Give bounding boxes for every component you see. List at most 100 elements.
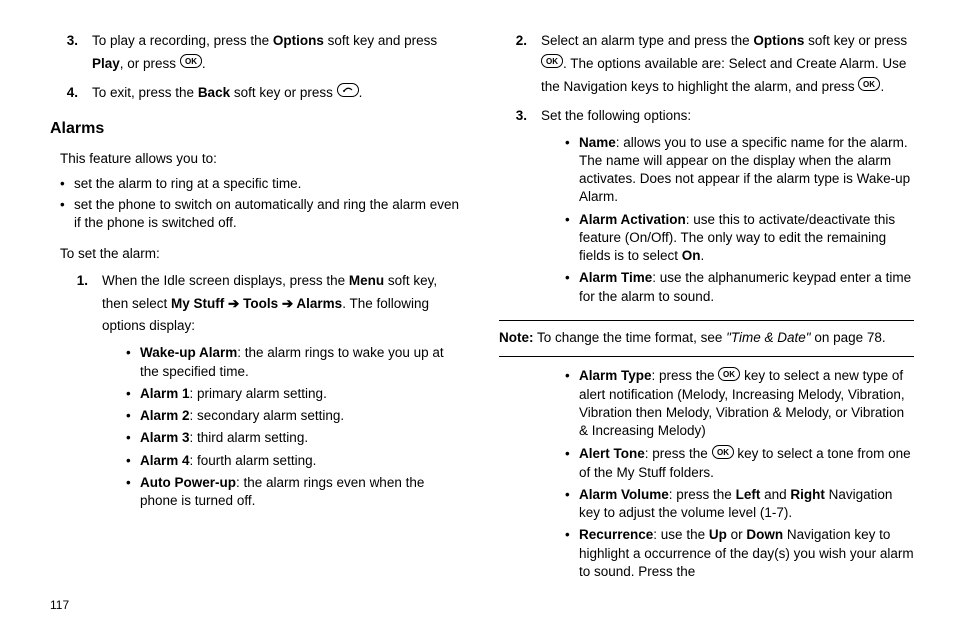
text: Set the following options: [541, 108, 691, 123]
ordinal: 3. [499, 105, 527, 310]
bold-options: Options [273, 33, 324, 48]
option-bullet: •Wake-up Alarm: the alarm rings to wake … [126, 344, 465, 380]
bold-play: Play [92, 56, 120, 71]
option-bullet: •Alert Tone: press the OK key to select … [565, 445, 914, 482]
opt-text: : use the [653, 527, 709, 542]
option-bullet: •Alarm 3: third alarm setting. [126, 429, 465, 447]
opt-label: Auto Power-up [140, 475, 236, 490]
to-set-text: To set the alarm: [60, 243, 465, 266]
note-text: on page 78. [811, 330, 886, 345]
bold-right: Right [790, 487, 825, 502]
text: set the phone to switch on automatically… [74, 196, 465, 232]
ok-key-icon: OK [541, 53, 563, 76]
option-bullet: •Alarm Volume: press the Left and Right … [565, 486, 914, 522]
step-3: 3. To play a recording, press the Option… [50, 30, 465, 76]
intro-text: This feature allows you to: [60, 148, 465, 171]
note-text: To change the time format, see [534, 330, 727, 345]
opt-label: Alarm 2 [140, 408, 190, 423]
opt-label: Alarm Volume [579, 487, 669, 502]
note-label: Note: [499, 330, 534, 345]
option-bullet: •Alarm 4: fourth alarm setting. [126, 452, 465, 470]
feature-bullet: •set the phone to switch on automaticall… [60, 196, 465, 232]
text: Select an alarm type and press the [541, 33, 753, 48]
svg-text:OK: OK [546, 57, 558, 66]
text: soft key and press [324, 33, 437, 48]
set-step-1: 1. When the Idle screen displays, press … [60, 270, 465, 515]
option-bullet: •Alarm 1: primary alarm setting. [126, 385, 465, 403]
opt-text: : secondary alarm setting. [190, 408, 345, 423]
opt-text: : primary alarm setting. [190, 386, 327, 401]
note-block: Note: To change the time format, see "Ti… [499, 320, 914, 357]
step-body: To play a recording, press the Options s… [92, 30, 465, 76]
opt-text: : press the [652, 368, 719, 383]
opt-label: Alarm Type [579, 368, 652, 383]
opt-text: : third alarm setting. [190, 430, 309, 445]
step-body: When the Idle screen displays, press the… [102, 270, 465, 515]
text: . [359, 85, 363, 100]
ok-key-icon: OK [718, 367, 740, 386]
opt-label: Alarm 3 [140, 430, 190, 445]
text: . [880, 79, 884, 94]
note-ref: "Time & Date" [726, 330, 811, 345]
text: soft key or press [804, 33, 907, 48]
end-key-icon [337, 82, 359, 105]
bold-on: On [682, 248, 701, 263]
option-bullet: •Auto Power-up: the alarm rings even whe… [126, 474, 465, 510]
text: set the alarm to ring at a specific time… [74, 175, 465, 193]
opt-text: : fourth alarm setting. [190, 453, 317, 468]
step-body: Select an alarm type and press the Optio… [541, 30, 914, 99]
option-bullet: •Alarm Type: press the OK key to select … [565, 367, 914, 441]
option-bullet: •Recurrence: use the Up or Down Navigati… [565, 526, 914, 581]
opt-label: Alarm Time [579, 270, 652, 285]
bold-options: Options [753, 33, 804, 48]
page-number: 117 [50, 598, 69, 612]
opt-label: Alarm 4 [140, 453, 190, 468]
svg-text:OK: OK [185, 57, 197, 66]
text: To exit, press the [92, 85, 198, 100]
bold-path: My Stuff ➔ Tools ➔ Alarms [171, 296, 342, 311]
opt-text: or [727, 527, 747, 542]
opt-text: : press the [645, 446, 712, 461]
text: . The options available are: Select and … [541, 56, 906, 94]
bold-down: Down [746, 527, 783, 542]
svg-text:OK: OK [717, 448, 729, 457]
bold-left: Left [736, 487, 761, 502]
opt-label: Name [579, 135, 616, 150]
option-bullet: •Name: allows you to use a specific name… [565, 134, 914, 207]
ordinal: 1. [60, 270, 88, 515]
step-body: To exit, press the Back soft key or pres… [92, 82, 465, 105]
left-column: 3. To play a recording, press the Option… [50, 30, 465, 585]
opt-text: : allows you to use a specific name for … [579, 135, 910, 205]
opt-text: : press the [669, 487, 736, 502]
opt-label: Alarm Activation [579, 212, 686, 227]
svg-text:OK: OK [723, 370, 735, 379]
heading-alarms: Alarms [50, 115, 465, 142]
step-4: 4. To exit, press the Back soft key or p… [50, 82, 465, 105]
option-bullet: •Alarm Activation: use this to activate/… [565, 211, 914, 266]
opt-label: Alert Tone [579, 446, 645, 461]
bold-back: Back [198, 85, 230, 100]
opt-text: and [760, 487, 790, 502]
bold-menu: Menu [349, 273, 384, 288]
bold-up: Up [709, 527, 727, 542]
text: To play a recording, press the [92, 33, 273, 48]
ok-key-icon: OK [858, 76, 880, 99]
ordinal: 3. [50, 30, 78, 76]
text: , or press [120, 56, 180, 71]
step-body: Set the following options: •Name: allows… [541, 105, 914, 310]
text: . [202, 56, 206, 71]
opt-label: Wake-up Alarm [140, 345, 237, 360]
ordinal: 4. [50, 82, 78, 105]
set-step-3: 3. Set the following options: •Name: all… [499, 105, 914, 310]
manual-page: 3. To play a recording, press the Option… [0, 0, 954, 636]
feature-bullet: •set the alarm to ring at a specific tim… [60, 175, 465, 193]
text: When the Idle screen displays, press the [102, 273, 349, 288]
option-bullet: •Alarm Time: use the alphanumeric keypad… [565, 269, 914, 305]
right-column: 2. Select an alarm type and press the Op… [499, 30, 914, 585]
text: soft key or press [230, 85, 337, 100]
option-bullet: •Alarm 2: secondary alarm setting. [126, 407, 465, 425]
ordinal: 2. [499, 30, 527, 99]
opt-label: Alarm 1 [140, 386, 190, 401]
ok-key-icon: OK [180, 53, 202, 76]
set-step-2: 2. Select an alarm type and press the Op… [499, 30, 914, 99]
